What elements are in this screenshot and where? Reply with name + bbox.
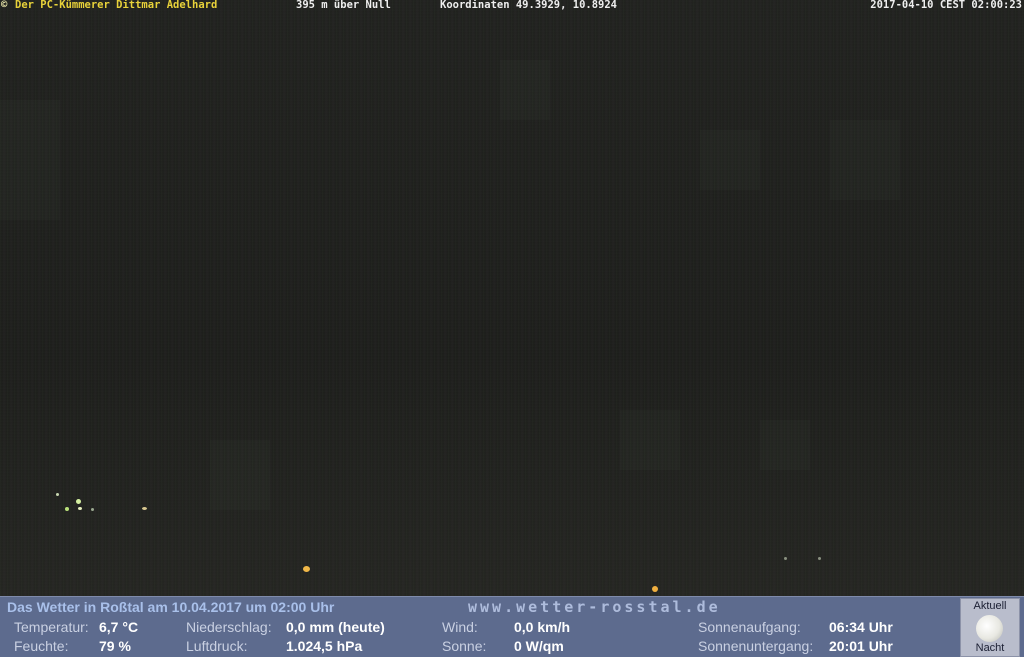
- noise-patch: [500, 60, 550, 120]
- distant-light: [56, 493, 59, 496]
- coordinates-text: Koordinaten 49.3929, 10.8924: [440, 0, 618, 11]
- distant-light: [65, 507, 69, 511]
- weather-heading: Das Wetter in Roßtal am 10.04.2017 um 02…: [7, 599, 335, 615]
- distant-light: [91, 508, 94, 511]
- distant-light: [303, 566, 310, 572]
- wind-label: Wind:: [442, 619, 478, 635]
- precipitation-label: Niederschlag:: [186, 619, 272, 635]
- moon-icon: [976, 615, 1003, 642]
- moon-phase-box: Aktuell Nacht: [960, 598, 1020, 657]
- moon-bottom-label: Nacht: [975, 642, 1005, 654]
- wind-value: 0,0 km/h: [514, 619, 571, 635]
- weather-panel: Das Wetter in Roßtal am 10.04.2017 um 02…: [0, 596, 1024, 657]
- webcam-image: [0, 0, 1024, 596]
- sunrise-label: Sonnenaufgang:: [698, 619, 801, 635]
- sun-value: 0 W/qm: [514, 638, 564, 654]
- distant-light: [76, 499, 81, 504]
- noise-patch: [620, 410, 680, 470]
- noise-patch: [210, 440, 270, 510]
- sun-label: Sonne:: [442, 638, 487, 654]
- camera-owner-title: Der PC-Kümmerer Dittmar Adelhard: [15, 0, 218, 11]
- temperature-label: Temperatur:: [14, 619, 89, 635]
- timestamp-text: 2017-04-10 CEST 02:00:23: [870, 0, 1022, 11]
- sunrise-value: 06:34 Uhr: [829, 619, 893, 635]
- copyright-symbol: ©: [1, 0, 8, 11]
- noise-patch: [760, 420, 810, 470]
- altitude-text: 395 m über Null: [296, 0, 391, 11]
- moon-top-label: Aktuell: [973, 600, 1007, 612]
- distant-light: [78, 507, 82, 510]
- distant-light: [818, 557, 821, 560]
- noise-patch: [830, 120, 900, 200]
- sunset-label: Sonnenuntergang:: [698, 638, 814, 654]
- noise-patch: [0, 100, 60, 220]
- sunset-value: 20:01 Uhr: [829, 638, 893, 654]
- precipitation-value: 0,0 mm (heute): [286, 619, 385, 635]
- website-text: www.wetter-rosstal.de: [468, 598, 721, 616]
- temperature-value: 6,7 °C: [99, 619, 139, 635]
- humidity-label: Feuchte:: [14, 638, 69, 654]
- humidity-value: 79 %: [99, 638, 131, 654]
- distant-light: [142, 507, 147, 510]
- pressure-value: 1.024,5 hPa: [286, 638, 363, 654]
- distant-light: [652, 586, 658, 592]
- camera-overlay-bar: © Der PC-Kümmerer Dittmar Adelhard 395 m…: [0, 0, 1024, 12]
- pressure-label: Luftdruck:: [186, 638, 248, 654]
- distant-light: [784, 557, 787, 560]
- noise-patch: [700, 130, 760, 190]
